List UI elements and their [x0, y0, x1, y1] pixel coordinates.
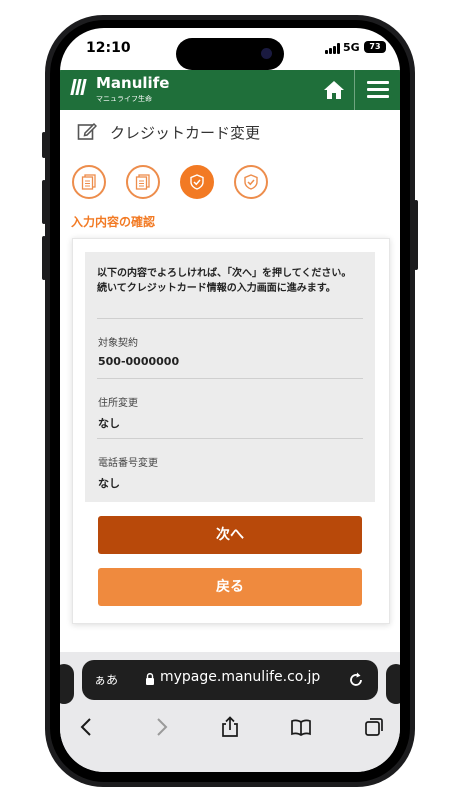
signal-icon	[325, 43, 343, 54]
previous-tab[interactable]	[60, 664, 74, 704]
step-2-document	[126, 165, 160, 199]
step-4-complete	[234, 165, 268, 199]
volume-up-button	[42, 180, 46, 224]
field-value-contract: 500-0000000	[98, 355, 180, 368]
step-1-document	[72, 165, 106, 199]
share-icon[interactable]	[219, 716, 241, 738]
brand-subtitle: マニュライフ生命	[96, 95, 152, 103]
screen: 12:10 5G 73 Manulife マニュライフ生命 クレジットカード変更	[60, 28, 400, 772]
lock-icon	[146, 673, 154, 685]
field-label-address: 住所変更	[98, 398, 138, 409]
page-title: クレジットカード変更	[110, 124, 261, 142]
menu-button[interactable]	[354, 70, 400, 110]
action-button	[42, 132, 46, 158]
home-button[interactable]	[316, 70, 352, 110]
tabs-icon[interactable]	[363, 716, 385, 738]
hamburger-icon	[367, 81, 389, 84]
dynamic-island	[176, 38, 284, 70]
text-size-button[interactable]: ぁあ	[94, 671, 118, 688]
home-icon	[324, 81, 344, 99]
power-button	[414, 200, 418, 270]
manulife-logo-icon[interactable]	[70, 79, 88, 95]
brand-name[interactable]: Manulife	[96, 74, 169, 92]
shield-check-icon	[244, 174, 258, 190]
field-label-contract: 対象契約	[98, 338, 138, 349]
edit-icon	[77, 122, 97, 140]
battery-icon: 73	[364, 41, 386, 53]
bookmarks-icon[interactable]	[290, 716, 312, 738]
divider	[97, 438, 363, 439]
divider	[97, 378, 363, 379]
camera-icon	[261, 48, 272, 59]
back-arrow-icon[interactable]	[76, 716, 98, 738]
next-tab[interactable]	[386, 664, 400, 704]
intro-text: 以下の内容でよろしければ、「次へ」を押してください。続いてクレジットカード情報の…	[97, 268, 352, 294]
volume-down-button	[42, 236, 46, 280]
step-3-confirm-current	[180, 165, 214, 199]
field-value-phone: なし	[98, 477, 120, 490]
next-button[interactable]: 次へ	[98, 516, 362, 554]
divider	[97, 318, 363, 319]
reload-icon[interactable]	[347, 671, 365, 689]
field-value-address: なし	[98, 417, 120, 430]
site-header: Manulife マニュライフ生命	[60, 70, 400, 110]
status-time: 12:10	[86, 40, 131, 56]
field-label-phone: 電話番号変更	[98, 458, 158, 469]
back-button[interactable]: 戻る	[98, 568, 362, 606]
forward-arrow-icon[interactable]	[150, 716, 172, 738]
shield-check-icon	[190, 174, 204, 190]
network-type: 5G	[343, 41, 360, 54]
document-icon	[81, 174, 96, 190]
document-icon	[135, 174, 150, 190]
step-label: 入力内容の確認	[71, 215, 156, 229]
url-text[interactable]: mypage.manulife.co.jp	[160, 669, 320, 685]
